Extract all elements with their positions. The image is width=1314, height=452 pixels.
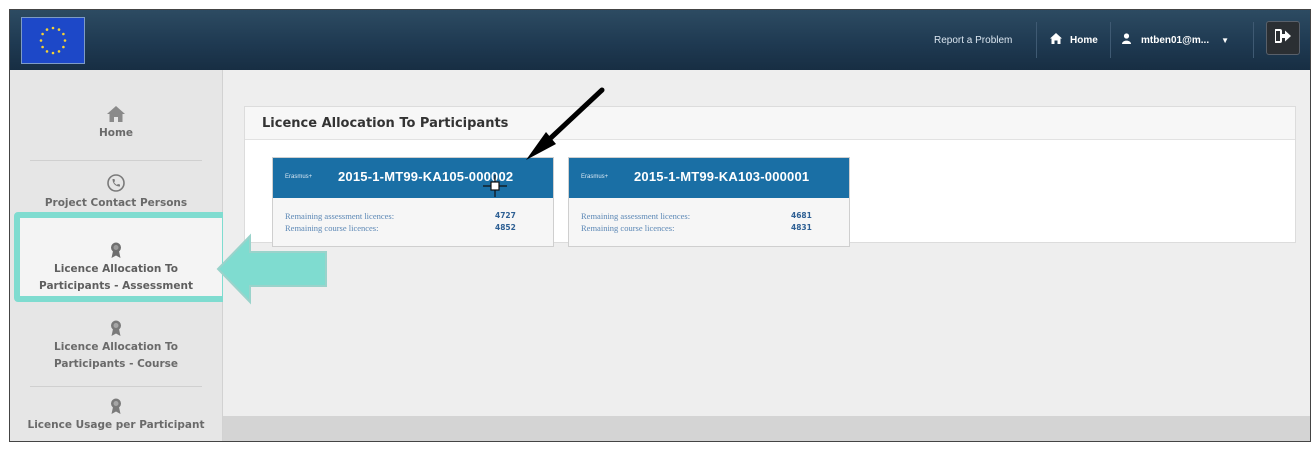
licence-allocation-panel: Licence Allocation To Participants Erasm… xyxy=(244,106,1296,247)
sidebar-item-label: Home xyxy=(98,127,134,139)
row-value: 4681 xyxy=(791,211,812,220)
panel-title: Licence Allocation To Participants xyxy=(262,116,509,131)
sidebar-item-label-line1: Licence Allocation To xyxy=(54,263,178,275)
row-label: Remaining course licences: xyxy=(581,223,675,233)
logout-button[interactable] xyxy=(1266,21,1300,55)
user-menu-dropdown[interactable]: mtben01@m... ▼ xyxy=(1122,10,1229,70)
sidebar-item-project-contact-persons[interactable]: Project Contact Persons xyxy=(10,174,222,212)
erasmus-logo: Erasmus+ xyxy=(581,174,609,180)
user-icon xyxy=(1122,33,1131,47)
divider xyxy=(1253,22,1254,58)
sidebar: Home Project Contact Persons Licence All… xyxy=(10,70,228,441)
row-label: Remaining course licences: xyxy=(285,223,379,233)
footer-bar xyxy=(223,416,1310,441)
home-icon xyxy=(1050,33,1062,47)
phone-icon xyxy=(10,174,222,195)
row-value: 4727 xyxy=(495,211,516,220)
user-email: mtben01@m... xyxy=(1141,34,1210,46)
project-code: 2015-1-MT99-KA103-000001 xyxy=(634,169,810,184)
divider xyxy=(1110,22,1111,58)
panel-header: Licence Allocation To Participants xyxy=(245,107,1295,140)
sidebar-item-label: Project Contact Persons xyxy=(44,197,188,209)
divider xyxy=(1036,22,1037,58)
award-icon xyxy=(10,398,222,417)
row-value: 4852 xyxy=(495,223,516,232)
project-card[interactable]: Erasmus+ 2015-1-MT99-KA103-000001 Remain… xyxy=(568,157,850,247)
award-icon xyxy=(10,320,222,339)
app-window: Report a Problem Home mtben01@m... ▼ Hom… xyxy=(9,9,1311,442)
course-licences-row: Remaining course licences: 4852 xyxy=(285,223,543,233)
report-problem-label: Report a Problem xyxy=(934,34,1013,46)
project-card[interactable]: Erasmus+ 2015-1-MT99-KA105-000002 Remain… xyxy=(272,157,554,247)
eu-flag-logo[interactable] xyxy=(21,17,85,64)
project-code: 2015-1-MT99-KA105-000002 xyxy=(338,169,514,184)
divider xyxy=(30,160,202,161)
row-value: 4831 xyxy=(791,223,812,232)
divider xyxy=(30,386,202,387)
sidebar-item-licence-allocation-course[interactable]: Licence Allocation To Participants - Cou… xyxy=(10,320,222,373)
sidebar-item-label: Licence Usage per Participant xyxy=(27,419,205,431)
top-navigation-bar: Report a Problem Home mtben01@m... ▼ xyxy=(10,10,1310,70)
home-icon xyxy=(10,106,222,125)
sidebar-item-label-line1: Licence Allocation To xyxy=(54,341,178,353)
assessment-licences-row: Remaining assessment licences: 4727 xyxy=(285,211,543,221)
main-content: Licence Allocation To Participants Erasm… xyxy=(223,70,1310,416)
course-licences-row: Remaining course licences: 4831 xyxy=(581,223,839,233)
assessment-licences-row: Remaining assessment licences: 4681 xyxy=(581,211,839,221)
erasmus-logo: Erasmus+ xyxy=(285,174,313,180)
chevron-down-icon: ▼ xyxy=(1221,35,1230,45)
row-label: Remaining assessment licences: xyxy=(581,211,691,221)
home-link[interactable]: Home xyxy=(1050,10,1098,70)
sidebar-item-home[interactable]: Home xyxy=(10,106,222,142)
award-icon xyxy=(10,242,222,261)
report-problem-link[interactable]: Report a Problem xyxy=(934,10,1012,70)
sidebar-item-label-line2: Participants - Course xyxy=(53,358,179,370)
home-label: Home xyxy=(1070,34,1098,46)
sidebar-item-licence-allocation-assessment-content: Licence Allocation To Participants - Ass… xyxy=(10,242,222,295)
row-label: Remaining assessment licences: xyxy=(285,211,395,221)
project-card-header: Erasmus+ 2015-1-MT99-KA105-000002 xyxy=(273,158,553,198)
sign-out-icon xyxy=(1274,28,1291,48)
project-card-header: Erasmus+ 2015-1-MT99-KA103-000001 xyxy=(569,158,849,198)
sidebar-item-licence-usage[interactable]: Licence Usage per Participant xyxy=(10,398,222,434)
eu-stars-icon xyxy=(39,26,67,55)
sidebar-item-label-line2: Participants - Assessment xyxy=(39,280,193,292)
